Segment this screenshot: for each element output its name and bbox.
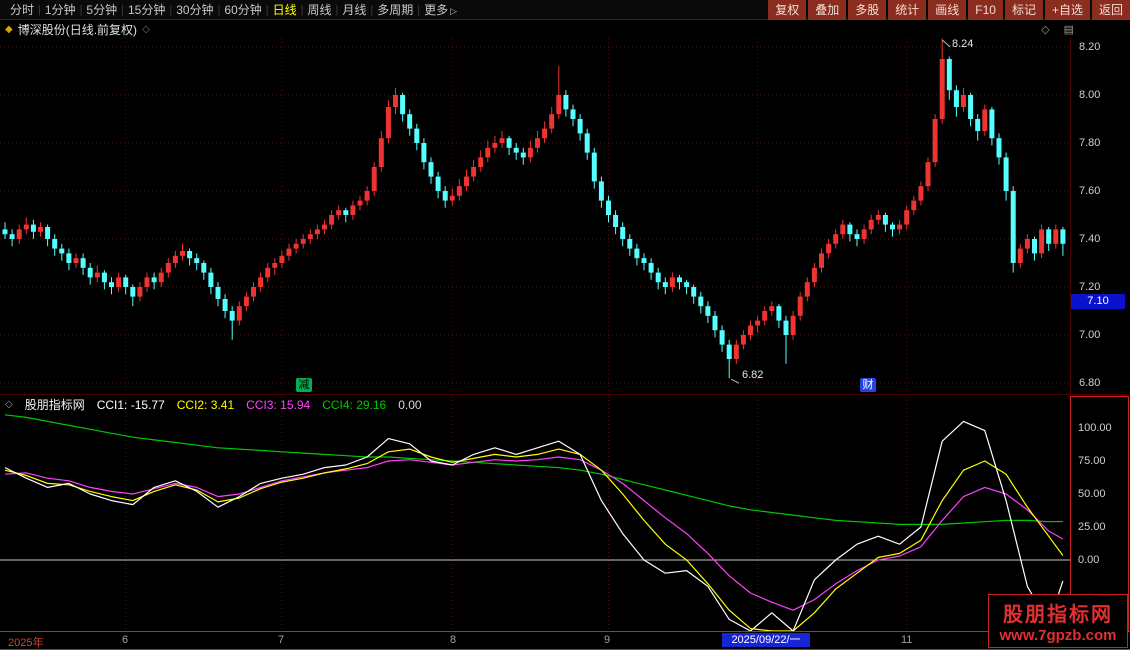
timeline-label-2025年: 2025年 xyxy=(8,634,43,650)
indicator-output-CCI3: CCI3: 15.94 xyxy=(246,398,310,412)
red-divider-line xyxy=(0,631,1130,632)
timeline-label-6: 6 xyxy=(122,634,128,646)
menu-item-日线[interactable]: 日线 xyxy=(273,1,297,18)
indicator-axis-label: 75.00 xyxy=(1078,455,1106,467)
indicator-icon[interactable]: ◇ xyxy=(5,399,13,410)
diamond-icon[interactable]: ◇ xyxy=(1041,23,1049,36)
price-axis-label: 7.60 xyxy=(1079,185,1100,197)
favorite-icon[interactable]: ◇ xyxy=(142,24,150,35)
price-axis-label: 7.80 xyxy=(1079,137,1100,149)
candlestick-chart[interactable] xyxy=(0,38,1070,394)
stock-title: 博深股份(日线.前复权) xyxy=(18,21,137,38)
chevron-right-icon: ▷ xyxy=(450,6,457,16)
action-button-统计[interactable]: 统计 xyxy=(888,0,926,20)
main-chart-area[interactable] xyxy=(0,38,1070,394)
main-price-axis: 8.20 8.00 7.80 7.60 7.40 7.20 7.00 6.80 xyxy=(1070,38,1130,394)
timeline-label-7: 7 xyxy=(278,634,284,646)
action-button-复权[interactable]: 复权 xyxy=(768,0,806,20)
menu-separator: | xyxy=(121,4,124,16)
action-menu: 复权叠加多股统计画线F10标记+自选返回 xyxy=(766,0,1130,20)
menu-item-1分钟[interactable]: 1分钟 xyxy=(45,1,76,18)
action-button-画线[interactable]: 画线 xyxy=(928,0,966,20)
indicator-output-CCI1: CCI1: -15.77 xyxy=(97,398,165,412)
indicator-output-CCI2: CCI2: 3.41 xyxy=(177,398,234,412)
panel-divider xyxy=(0,394,1130,395)
menu-separator: | xyxy=(169,4,172,16)
indicator-axis-label: 25.00 xyxy=(1078,521,1106,533)
price-axis-label: 7.40 xyxy=(1079,233,1100,245)
menu-separator: | xyxy=(370,4,373,16)
action-button-+自选[interactable]: +自选 xyxy=(1045,0,1090,20)
price-axis-label: 7.20 xyxy=(1079,281,1100,293)
indicator-output-CCI4: CCI4: 29.16 xyxy=(322,398,386,412)
event-marker-jian[interactable]: 减 xyxy=(296,378,312,392)
action-button-F10[interactable]: F10 xyxy=(968,0,1003,20)
timeline-label-8: 8 xyxy=(450,634,456,646)
indicator-outputs: CCI1: -15.77 CCI2: 3.41 CCI3: 15.94 CCI4: 2… xyxy=(97,398,422,412)
indicator-label-row: ◇ 股朋指标网 CCI1: -15.77 CCI2: 3.41 CCI3: 15.9… xyxy=(0,397,1065,412)
menu-separator: | xyxy=(80,4,83,16)
action-button-返回[interactable]: 返回 xyxy=(1092,0,1130,20)
menu-item-周线[interactable]: 周线 xyxy=(308,1,332,18)
indicator-axis-label: 0.00 xyxy=(1078,554,1099,566)
price-axis-label: 8.00 xyxy=(1079,89,1100,101)
menu-item-月线[interactable]: 月线 xyxy=(342,1,366,18)
price-axis-label: 7.00 xyxy=(1079,329,1100,341)
menu-item-30分钟[interactable]: 30分钟 xyxy=(176,1,213,18)
action-button-多股[interactable]: 多股 xyxy=(848,0,886,20)
menu-separator: | xyxy=(301,4,304,16)
cci-line-CCI1 xyxy=(5,421,1063,631)
action-button-叠加[interactable]: 叠加 xyxy=(808,0,846,20)
top-menu-bar: 分时|1分钟|5分钟|15分钟|30分钟|60分钟|日线|周线|月线|多周期|更… xyxy=(0,0,1130,20)
menu-item-更多[interactable]: 更多▷ xyxy=(424,1,457,18)
indicator-axis-label: 100.00 xyxy=(1078,422,1112,434)
indicator-chart-area[interactable] xyxy=(0,396,1070,632)
page-icon[interactable]: ▤ xyxy=(1064,23,1074,36)
watermark-box: 股朋指标网 www.7gpzb.com xyxy=(988,594,1128,648)
menu-item-60分钟[interactable]: 60分钟 xyxy=(224,1,261,18)
stock-logo-icon: ◆ xyxy=(5,24,13,35)
menu-item-分时[interactable]: 分时 xyxy=(10,1,34,18)
price-axis-label: 8.20 xyxy=(1079,41,1100,53)
menu-separator: | xyxy=(38,4,41,16)
menu-item-15分钟[interactable]: 15分钟 xyxy=(128,1,165,18)
app-root: 分时|1分钟|5分钟|15分钟|30分钟|60分钟|日线|周线|月线|多周期|更… xyxy=(0,0,1130,650)
watermark-title: 股朋指标网 xyxy=(1003,598,1113,627)
action-button-标记[interactable]: 标记 xyxy=(1005,0,1043,20)
timeline-label-11: 11 xyxy=(901,634,912,646)
title-bar: ◆ 博深股份(日线.前复权) ◇ ◇ ▤ xyxy=(0,20,1130,38)
timeline-bar[interactable]: 2025/09/22/一 2025年 6 7 8 9 11 xyxy=(0,632,1130,649)
price-tag: 7.10 xyxy=(1071,294,1125,309)
selected-date-badge: 2025/09/22/一 xyxy=(722,633,810,647)
title-bar-icons: ◇ ▤ xyxy=(1041,23,1074,36)
low-annotation: 6.82 xyxy=(742,369,763,381)
cci-line-CCI4 xyxy=(5,415,1063,525)
indicator-output-extra: 0.00 xyxy=(398,398,421,412)
menu-separator: | xyxy=(417,4,420,16)
menu-item-5分钟[interactable]: 5分钟 xyxy=(86,1,117,18)
timeline-label-9: 9 xyxy=(604,634,610,646)
watermark-url: www.7gpzb.com xyxy=(1000,627,1117,644)
price-axis-label: 6.80 xyxy=(1079,377,1100,389)
high-annotation: 8.24 xyxy=(952,38,973,50)
event-marker-cai[interactable]: 财 xyxy=(860,378,876,392)
menu-separator: | xyxy=(266,4,269,16)
period-menu: 分时|1分钟|5分钟|15分钟|30分钟|60分钟|日线|周线|月线|多周期|更… xyxy=(0,1,457,18)
menu-separator: | xyxy=(336,4,339,16)
cci-line-CCI3 xyxy=(5,457,1063,610)
indicator-name[interactable]: 股朋指标网 xyxy=(25,396,85,413)
menu-separator: | xyxy=(218,4,221,16)
cci-indicator-chart[interactable] xyxy=(0,396,1070,632)
menu-item-多周期[interactable]: 多周期 xyxy=(377,1,413,18)
indicator-axis-label: 50.00 xyxy=(1078,488,1106,500)
